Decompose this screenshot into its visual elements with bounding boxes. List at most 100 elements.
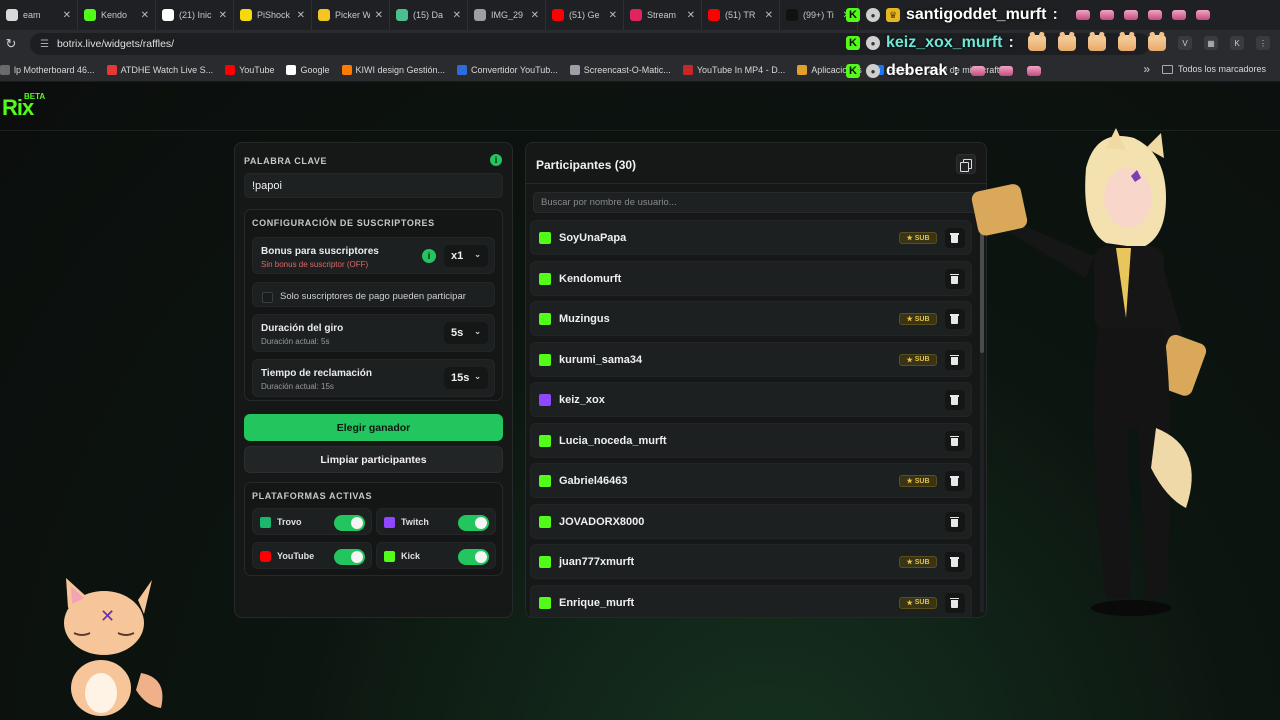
keyword-title: PALABRA CLAVE	[244, 156, 328, 166]
site-info-icon[interactable]: ☰	[40, 39, 49, 50]
bookmark-item[interactable]: Google	[286, 64, 330, 75]
bookmark-item[interactable]: Convertidor YouTub...	[457, 64, 558, 75]
tab-close-icon[interactable]: ✕	[609, 10, 617, 21]
browser-tab[interactable]: Kendo ✕	[78, 0, 156, 30]
claim-time-select[interactable]: 15s ⌄	[444, 367, 488, 389]
bookmark-label: Google	[300, 64, 330, 75]
bookmark-favicon-icon	[682, 64, 693, 75]
browser-tab[interactable]: IMG_29 ✕	[468, 0, 546, 30]
paid-subs-only-row[interactable]: Solo suscriptores de pago pueden partici…	[252, 282, 495, 307]
trash-icon[interactable]	[945, 228, 965, 248]
bookmark-label: Screencast-O-Matic...	[583, 64, 671, 75]
claim-time-title: Tiempo de reclamación	[261, 368, 372, 379]
chat-line: K ● deberak :	[846, 62, 1041, 80]
claim-time-current: Duración actual: 15s	[261, 382, 334, 391]
participant-name: Enrique_murft	[559, 596, 635, 609]
trash-icon[interactable]	[945, 592, 965, 613]
tab-close-icon[interactable]: ✕	[687, 10, 695, 21]
trash-icon[interactable]	[945, 552, 965, 572]
youtube-toggle[interactable]	[334, 549, 365, 565]
browser-tab[interactable]: Stream ✕	[624, 0, 702, 30]
emote-icon	[1123, 10, 1138, 20]
participant-name: keiz_xox	[559, 394, 605, 406]
tab-close-icon[interactable]: ✕	[63, 10, 71, 21]
tab-close-icon[interactable]: ✕	[219, 10, 227, 21]
trovo-toggle[interactable]	[334, 515, 365, 531]
kick-badge-icon: K	[846, 64, 860, 78]
trash-icon[interactable]	[945, 268, 965, 289]
trash-icon[interactable]	[945, 309, 965, 329]
paid-subs-only-checkbox[interactable]	[262, 292, 273, 303]
trash-icon[interactable]	[945, 390, 965, 410]
bookmark-favicon-icon	[286, 64, 297, 75]
participant-row: kurumi_sama34 ★ SUB	[530, 341, 972, 377]
tab-label: IMG_29	[491, 10, 524, 20]
trash-icon[interactable]	[945, 511, 965, 532]
bookmark-item[interactable]: YouTube	[225, 64, 275, 75]
url-text: botrix.live/widgets/raffles/	[56, 38, 175, 50]
tab-label: (15) Da	[413, 10, 444, 20]
keyword-input[interactable]: !papoi	[244, 173, 503, 198]
bookmark-favicon-icon	[797, 64, 808, 75]
active-platforms-section: PLATAFORMAS ACTIVAS Trovo Twitch YouTube…	[244, 482, 503, 576]
participant-row: Kendomurft	[530, 260, 972, 296]
bookmark-item[interactable]: lp Motherboard 46...	[0, 64, 95, 75]
sub-badge: ★ SUB	[899, 353, 937, 366]
participant-search-input[interactable]	[533, 192, 979, 213]
tab-close-icon[interactable]: ✕	[375, 10, 383, 21]
browser-tab[interactable]: PiShock ✕	[234, 0, 312, 30]
browser-tab[interactable]: Picker W ✕	[312, 0, 390, 30]
kick-icon	[539, 353, 551, 366]
kick-icon	[539, 596, 551, 609]
chevron-down-icon: ⌄	[474, 372, 481, 381]
chat-emotes	[970, 66, 1041, 76]
vtuber-avatar-image	[971, 128, 1207, 616]
emote-icon	[998, 66, 1013, 76]
tab-close-icon[interactable]: ✕	[141, 10, 149, 21]
chat-colon: :	[953, 62, 959, 79]
participants-panel: Participantes (30) SoyUnaPapa★SUBKendomu…	[525, 142, 987, 618]
info-icon[interactable]: i	[490, 154, 502, 166]
reload-icon[interactable]: ↻	[2, 36, 20, 52]
participant-name: Kendomurft	[559, 272, 622, 285]
participant-name: Muzingus	[559, 313, 610, 325]
trash-icon[interactable]	[945, 430, 965, 451]
twitch-icon	[539, 394, 551, 406]
browser-tab[interactable]: (21) Inic ✕	[156, 0, 234, 30]
spin-duration-value: 5s	[451, 327, 464, 339]
emote-icon	[1099, 10, 1114, 20]
bonus-select[interactable]: x1 ⌄	[444, 245, 488, 267]
pick-winner-button[interactable]: Elegir ganador	[244, 414, 503, 441]
twitch-toggle[interactable]	[458, 515, 489, 531]
tab-label: Stream	[647, 10, 677, 20]
trash-icon[interactable]	[945, 349, 965, 370]
tab-favicon-icon	[240, 9, 252, 21]
chevron-down-icon: ⌄	[474, 327, 481, 336]
bonus-info-icon[interactable]: i	[422, 249, 436, 263]
spin-duration-select[interactable]: 5s ⌄	[444, 322, 488, 344]
tab-close-icon[interactable]: ✕	[531, 10, 539, 21]
browser-tab[interactable]: (51) Ge ✕	[546, 0, 624, 30]
bookmark-favicon-icon	[0, 64, 10, 75]
chat-emotes	[1075, 10, 1210, 20]
browser-tab[interactable]: (51) TR ✕	[702, 0, 780, 30]
bookmark-item[interactable]: ATDHE Watch Live S...	[106, 64, 213, 75]
tab-close-icon[interactable]: ✕	[297, 10, 305, 21]
clear-participants-button[interactable]: Limpiar participantes	[244, 446, 503, 473]
bookmark-item[interactable]: KIWI design Gestión...	[341, 64, 445, 75]
tab-close-icon[interactable]: ✕	[453, 10, 461, 21]
bookmark-item[interactable]: Screencast-O-Matic...	[569, 64, 671, 75]
platform-label: YouTube	[277, 551, 315, 561]
chat-username: deberak	[886, 62, 948, 79]
bookmark-label: YouTube	[239, 64, 275, 75]
trash-icon[interactable]	[945, 471, 965, 491]
bookmark-item[interactable]: YouTube In MP4 - D...	[682, 64, 785, 75]
tab-close-icon[interactable]: ✕	[765, 10, 773, 21]
chevron-down-icon: ⌄	[474, 250, 481, 259]
browser-tab[interactable]: eam ✕	[0, 0, 78, 30]
browser-tab[interactable]: (15) Da ✕	[390, 0, 468, 30]
tab-label: (51) TR	[725, 10, 756, 20]
sub-badge: ★ SUB	[899, 313, 937, 325]
kick-icon	[539, 434, 551, 447]
kick-toggle[interactable]	[458, 549, 489, 565]
